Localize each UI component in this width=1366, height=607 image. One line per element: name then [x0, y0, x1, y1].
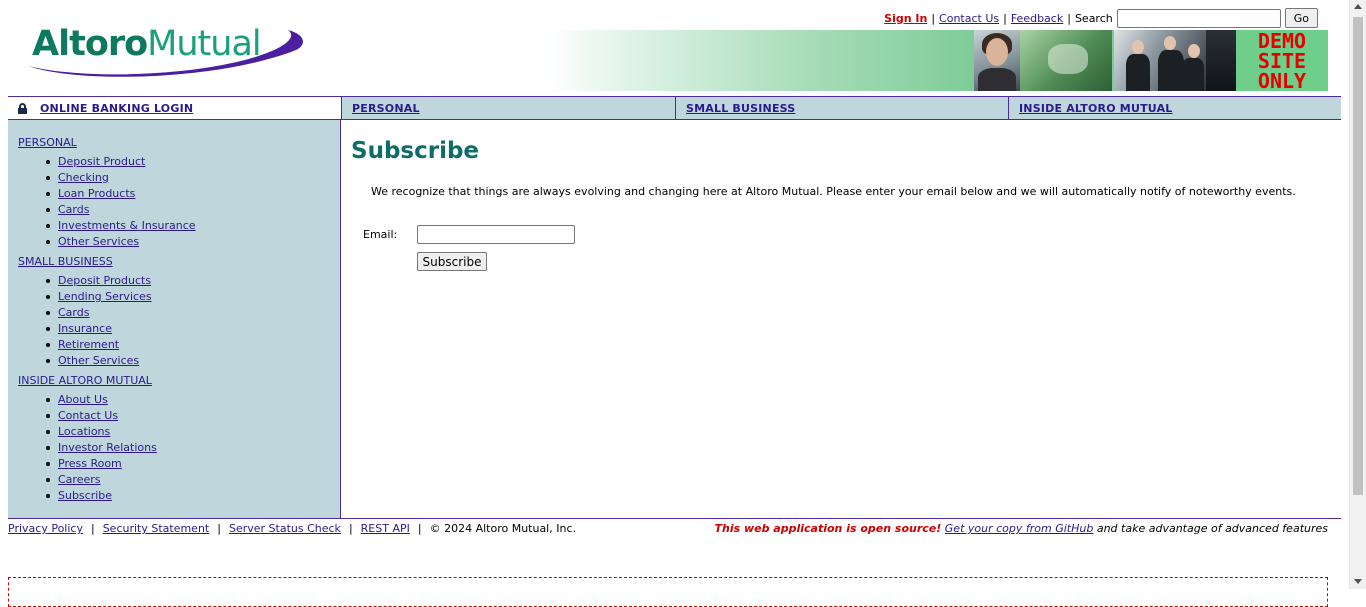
list-item: Deposit Products: [46, 273, 340, 289]
list-item: Cards: [46, 202, 340, 218]
sidebar-item-subscribe[interactable]: Subscribe: [58, 489, 112, 502]
sidebar-group-small-business: SMALL BUSINESS Deposit Products Lending …: [18, 254, 340, 369]
privacy-policy-link[interactable]: Privacy Policy: [8, 522, 83, 535]
top-utility-links: Sign In | Contact Us | Feedback | Search…: [884, 8, 1318, 28]
list-item: Checking: [46, 170, 340, 186]
separator: |: [1003, 11, 1007, 25]
lock-icon: [18, 102, 27, 114]
sidebar-item-other-services[interactable]: Other Services: [58, 235, 139, 248]
sidebar-item-locations[interactable]: Locations: [58, 425, 110, 438]
sidebar-item-investments-insurance[interactable]: Investments & Insurance: [58, 219, 196, 232]
tab-small-business[interactable]: SMALL BUSINESS: [675, 97, 1008, 119]
footer-links: Privacy Policy | Security Statement | Server…: [8, 522, 576, 535]
sidebar-group-personal: PERSONAL Deposit Product Checking Loan P…: [18, 135, 340, 250]
list-item: Other Services: [46, 353, 340, 369]
contact-us-link[interactable]: Contact Us: [939, 12, 999, 25]
sidebar-item-other-services[interactable]: Other Services: [58, 354, 139, 367]
server-status-check-link[interactable]: Server Status Check: [229, 522, 341, 535]
scrollbar-thumb[interactable]: [1353, 17, 1363, 495]
scroll-down-arrow-icon[interactable]: [1354, 579, 1362, 584]
banner-photo-business-people: [1114, 30, 1206, 91]
sidebar-item-cards[interactable]: Cards: [58, 203, 89, 216]
scroll-up-arrow-icon[interactable]: [1354, 4, 1362, 9]
footer: Privacy Policy | Security Statement | Server…: [8, 518, 1341, 538]
list-item: Retirement: [46, 337, 340, 353]
list-item: Cards: [46, 305, 340, 321]
advanced-features-text: and take advantage of advanced features: [1096, 522, 1328, 535]
page-title: Subscribe: [351, 138, 480, 164]
main-nav: ONLINE BANKING LOGIN PERSONAL SMALL BUSI…: [8, 96, 1341, 120]
github-link[interactable]: Get your copy from GitHub: [945, 522, 1094, 535]
copyright-text: © 2024 Altoro Mutual, Inc.: [429, 522, 576, 535]
sidebar-heading-small-business[interactable]: SMALL BUSINESS: [18, 255, 113, 268]
banner-photo-keyboard: [1020, 30, 1112, 91]
list-item: About Us: [46, 392, 340, 408]
sidebar-heading-personal[interactable]: PERSONAL: [18, 136, 77, 149]
sidebar-item-cards[interactable]: Cards: [58, 306, 89, 319]
sidebar-item-press-room[interactable]: Press Room: [58, 457, 122, 470]
sidebar-item-about-us[interactable]: About Us: [58, 393, 108, 406]
intro-text: We recognize that things are always evol…: [371, 185, 1296, 198]
list-item: Insurance: [46, 321, 340, 337]
online-banking-login-link[interactable]: ONLINE BANKING LOGIN: [40, 102, 193, 115]
list-item: Press Room: [46, 456, 340, 472]
nav-online-banking-login[interactable]: ONLINE BANKING LOGIN: [8, 97, 341, 119]
sidebar-item-investor-relations[interactable]: Investor Relations: [58, 441, 157, 454]
list-item: Investor Relations: [46, 440, 340, 456]
sidebar-item-careers[interactable]: Careers: [58, 473, 101, 486]
list-item: Other Services: [46, 234, 340, 250]
rest-api-link[interactable]: REST API: [361, 522, 410, 535]
search-input[interactable]: [1116, 8, 1281, 28]
sidebar: PERSONAL Deposit Product Checking Loan P…: [8, 120, 341, 518]
sidebar-heading-inside-altoro-mutual[interactable]: INSIDE ALTORO MUTUAL: [18, 374, 152, 387]
dashed-box: [8, 577, 1328, 607]
logo-text: AltoroMutual: [32, 24, 262, 64]
banner-photo-woman: [974, 30, 1020, 91]
list-item: Careers: [46, 472, 340, 488]
list-item: Locations: [46, 424, 340, 440]
separator: |: [348, 522, 353, 535]
header-banner: DEMO SITE ONLY: [548, 30, 1328, 91]
sidebar-item-loan-products[interactable]: Loan Products: [58, 187, 135, 200]
list-item: Subscribe: [46, 488, 340, 504]
sidebar-item-checking[interactable]: Checking: [58, 171, 109, 184]
sidebar-item-contact-us[interactable]: Contact Us: [58, 409, 118, 422]
open-source-text: This web application is open source!: [714, 522, 942, 535]
demo-site-only-badge: DEMO SITE ONLY: [1236, 30, 1328, 91]
go-button[interactable]: Go: [1284, 8, 1318, 28]
separator: |: [90, 522, 95, 535]
sidebar-item-deposit-product[interactable]: Deposit Product: [58, 155, 145, 168]
list-item: Contact Us: [46, 408, 340, 424]
tab-small-business-link[interactable]: SMALL BUSINESS: [686, 102, 795, 115]
email-field[interactable]: [417, 225, 575, 244]
email-label: Email:: [363, 228, 398, 241]
sidebar-item-deposit-products[interactable]: Deposit Products: [58, 274, 151, 287]
list-item: Deposit Product: [46, 154, 340, 170]
altoro-mutual-logo[interactable]: AltoroMutual: [20, 20, 310, 82]
subscribe-button[interactable]: Subscribe: [417, 252, 487, 271]
tab-personal[interactable]: PERSONAL: [341, 97, 675, 119]
feedback-link[interactable]: Feedback: [1011, 12, 1063, 25]
separator: |: [417, 522, 422, 535]
list-item: Loan Products: [46, 186, 340, 202]
security-statement-link[interactable]: Security Statement: [103, 522, 210, 535]
open-source-notice: This web application is open source! Get…: [715, 522, 1329, 535]
list-item: Investments & Insurance: [46, 218, 340, 234]
sidebar-group-inside-altoro: INSIDE ALTORO MUTUAL About Us Contact Us…: [18, 373, 340, 504]
sidebar-item-lending-services[interactable]: Lending Services: [58, 290, 152, 303]
list-item: Lending Services: [46, 289, 340, 305]
banner-photo-dark: [1206, 30, 1236, 91]
tab-personal-link[interactable]: PERSONAL: [352, 102, 420, 115]
vertical-scrollbar[interactable]: [1349, 0, 1366, 589]
separator: |: [931, 11, 936, 25]
separator: |: [217, 522, 221, 535]
separator: |: [1067, 11, 1071, 25]
sign-in-link[interactable]: Sign In: [884, 12, 927, 25]
tab-inside-altoro-mutual[interactable]: INSIDE ALTORO MUTUAL: [1008, 97, 1341, 119]
sidebar-item-insurance[interactable]: Insurance: [58, 322, 112, 335]
tab-inside-altoro-mutual-link[interactable]: INSIDE ALTORO MUTUAL: [1019, 102, 1173, 115]
search-label: Search: [1074, 11, 1113, 25]
sidebar-item-retirement[interactable]: Retirement: [58, 338, 119, 351]
